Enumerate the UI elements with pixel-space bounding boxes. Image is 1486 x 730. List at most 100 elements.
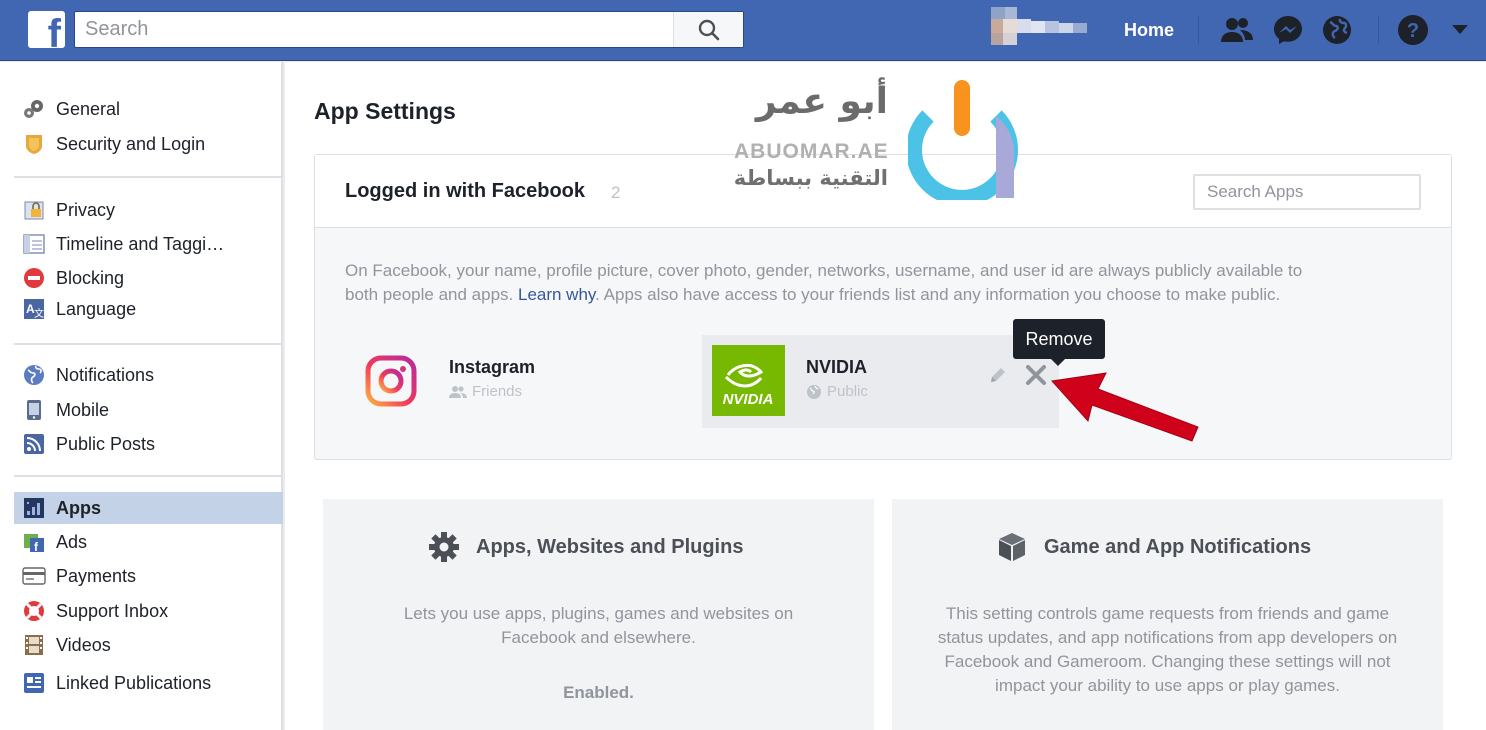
messenger-icon[interactable] [1271,13,1305,47]
sidebar-item-public-posts[interactable]: Public Posts [14,428,283,460]
search-apps-input[interactable] [1193,174,1421,210]
sidebar-item-timeline[interactable]: Timeline and Taggi… [14,228,283,260]
remove-tooltip: Remove [1013,319,1105,366]
gear-icon [429,532,459,562]
friend-requests-icon[interactable] [1220,13,1254,47]
sidebar-item-general[interactable]: General [14,93,283,125]
sidebar-item-notifications[interactable]: Notifications [14,359,283,391]
app-privacy-label: Friends [472,383,523,400]
apps-icon [22,496,46,520]
app-privacy: Public [806,383,868,400]
sidebar-item-ads[interactable]: f Ads [14,526,283,558]
apps-websites-plugins-card[interactable]: Apps, Websites and Plugins Lets you use … [323,499,874,730]
sidebar-item-label: Payments [56,565,137,586]
help-icon[interactable]: ? [1396,13,1430,47]
card-icon [22,564,46,588]
app-item-instagram[interactable]: Instagram Friends [345,335,705,428]
friends-icon [449,385,467,398]
publication-icon [22,671,46,695]
sidebar-item-support-inbox[interactable]: Support Inbox [14,595,283,627]
facebook-logo[interactable]: f [28,11,65,48]
card-title: Game and App Notifications [996,531,1311,563]
logged-in-title: Logged in with Facebook [345,180,585,202]
card-description: Lets you use apps, plugins, games and we… [403,604,794,647]
svg-text:NVIDIA: NVIDIA [723,391,774,408]
settings-sidebar: General Security and Login Privacy Timel… [0,62,283,730]
watermark-arabic-name: أبو عمر [755,81,888,122]
sidebar-item-label: Language [56,298,137,319]
sidebar-divider [14,343,282,345]
sidebar-item-label: Apps [56,497,101,518]
search-input[interactable] [75,12,675,47]
notifications-globe-icon[interactable] [1320,13,1354,47]
app-name: NVIDIA [806,357,868,377]
sidebar-item-privacy[interactable]: Privacy [14,194,283,226]
profile-link-blurred[interactable] [985,5,1103,53]
watermark-logo: أبو عمر ABUOMAR.AE التقنية ببساطة [730,78,1030,200]
rss-icon [22,432,46,456]
svg-text:?: ? [1407,20,1419,42]
power-logo-icon [908,80,1018,200]
sidebar-item-label: Timeline and Taggi… [56,233,225,254]
search-bar [74,11,744,48]
public-globe-icon [807,384,821,399]
page-title: App Settings [314,98,456,124]
sidebar-item-label: Videos [56,634,111,655]
sidebar-item-videos[interactable]: Videos [14,629,283,661]
globe-icon [22,363,46,387]
sidebar-item-blocking[interactable]: Blocking [14,262,283,294]
watermark-site: ABUOMAR.AE [734,140,889,163]
card-title-text: Game and App Notifications [1044,535,1312,558]
sidebar-item-label: Security and Login [56,133,206,154]
sidebar-item-mobile[interactable]: Mobile [14,394,283,426]
svg-text:文: 文 [34,307,44,320]
red-arrow-annotation [1051,372,1199,442]
app-privacy: Friends [449,383,522,400]
account-menu-chevron-icon[interactable] [1443,13,1477,47]
search-button[interactable] [673,12,743,47]
sidebar-item-security[interactable]: Security and Login [14,128,283,160]
card-status: Enabled. [563,683,634,702]
shield-badge-icon [22,132,46,156]
sidebar-item-label: Privacy [56,199,116,220]
card-title: Apps, Websites and Plugins [428,531,743,563]
film-icon [22,633,46,657]
sidebar-item-label: Ads [56,531,88,552]
app-item-nvidia[interactable]: NVIDIA NVIDIA Public [702,335,1059,428]
sidebar-item-payments[interactable]: Payments [14,560,283,592]
learn-why-link[interactable]: Learn why [518,285,595,304]
remove-close-icon[interactable] [1024,363,1048,392]
phone-icon [22,398,46,422]
lock-icon [22,198,46,222]
app-name: Instagram [449,357,536,377]
nav-divider-2 [1378,16,1379,44]
logged-in-count: 2 [611,183,621,202]
top-bar: f Home ? [0,0,1486,61]
card-description: This setting controls game requests from… [937,604,1398,695]
watermark-tagline: التقنية ببساطة [733,166,888,190]
instagram-icon [365,355,417,412]
lifebuoy-icon [22,599,46,623]
sidebar-item-language[interactable]: A文 Language [14,293,283,325]
sidebar-divider [14,176,282,178]
public-info-text: On Facebook, your name, profile picture,… [345,259,1335,307]
sidebar-item-apps[interactable]: Apps [14,492,283,524]
gears-icon [22,97,46,121]
nav-home-link[interactable]: Home [1124,20,1174,41]
game-app-notifications-card[interactable]: Game and App Notifications This setting … [892,499,1443,730]
block-icon [22,266,46,290]
search-icon [698,19,719,40]
language-icon: A文 [22,297,46,321]
sidebar-item-label: Mobile [56,399,110,420]
sidebar-item-label: Public Posts [56,433,156,454]
sidebar-item-linked-publications[interactable]: Linked Publications [14,667,283,699]
sidebar-item-label: Support Inbox [56,600,169,621]
sidebar-divider [14,475,282,477]
app-privacy-label: Public [827,383,868,400]
cube-icon [999,533,1025,561]
nvidia-icon: NVIDIA [712,345,785,416]
sidebar-item-label: Notifications [56,364,155,385]
sidebar-item-label: Linked Publications [56,672,212,693]
nav-divider [1198,16,1199,44]
edit-pencil-icon[interactable] [988,365,1008,390]
